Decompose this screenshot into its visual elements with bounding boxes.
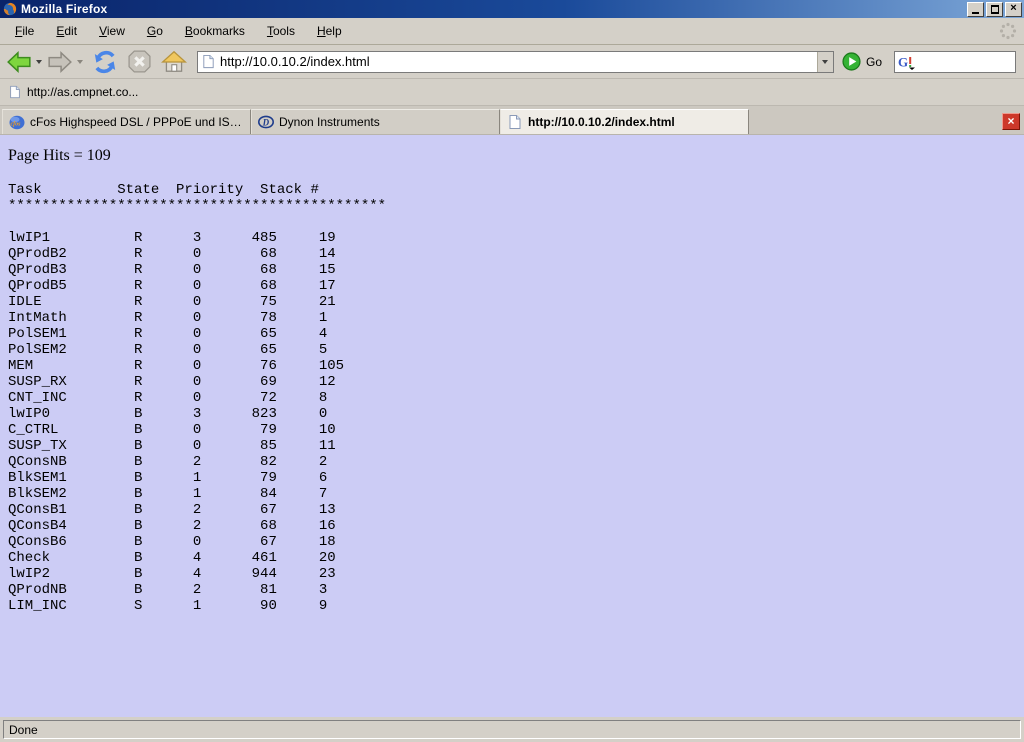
go-button[interactable]: Go: [842, 52, 882, 71]
menu-bookmarks[interactable]: Bookmarks: [174, 21, 256, 41]
table-row: QProdB5 R 0 68 17: [8, 278, 1024, 294]
forward-icon: [47, 49, 73, 75]
close-tab-icon: ×: [1007, 114, 1014, 128]
close-icon: ×: [1010, 3, 1016, 14]
table-row: Check B 4 461 20: [8, 550, 1024, 566]
url-bar: [197, 51, 834, 73]
table-row: BlkSEM1 B 1 79 6: [8, 470, 1024, 486]
bookmark-label: http://as.cmpnet.co...: [27, 85, 138, 99]
bookmark-item[interactable]: http://as.cmpnet.co...: [6, 83, 144, 101]
table-row: CNT_INC R 0 72 8: [8, 390, 1024, 406]
menu-view[interactable]: View: [88, 21, 136, 41]
task-table: Task State Priority Stack #*************…: [8, 182, 1024, 614]
menu-file[interactable]: File: [4, 21, 45, 41]
table-header: Task State Priority Stack #: [8, 182, 1024, 198]
table-row: MEM R 0 76 105: [8, 358, 1024, 374]
status-bar: Done: [0, 717, 1024, 742]
tab-label: http://10.0.10.2/index.html: [528, 115, 742, 129]
close-tab-button[interactable]: ×: [1002, 113, 1020, 130]
table-row: SUSP_TX B 0 85 11: [8, 438, 1024, 454]
title-bar: Mozilla Firefox ×: [0, 0, 1024, 18]
tab-3[interactable]: http://10.0.10.2/index.html: [500, 109, 749, 134]
table-row: lwIP1 R 3 485 19: [8, 230, 1024, 246]
throbber-icon: [998, 21, 1018, 41]
minimize-icon: [972, 12, 979, 14]
url-input[interactable]: [220, 53, 817, 71]
table-row: QConsB4 B 2 68 16: [8, 518, 1024, 534]
navigation-toolbar: Go G: [0, 45, 1024, 79]
stop-button[interactable]: [127, 49, 152, 74]
back-button[interactable]: [6, 49, 32, 75]
table-row: PolSEM1 R 0 65 4: [8, 326, 1024, 342]
page-icon: [8, 85, 22, 99]
svg-text:D: D: [262, 117, 270, 127]
search-input[interactable]: [917, 55, 1015, 69]
table-row: QProdB2 R 0 68 14: [8, 246, 1024, 262]
search-box: G: [894, 51, 1016, 73]
firefox-icon: [3, 2, 17, 16]
table-row: IDLE R 0 75 21: [8, 294, 1024, 310]
restore-button[interactable]: [986, 2, 1003, 17]
tab-label: cFos Highspeed DSL / PPPoE und ISDN CAP.…: [30, 115, 244, 129]
chevron-down-icon: [822, 60, 828, 64]
svg-text:cfos: cfos: [11, 122, 22, 128]
status-text: Done: [9, 723, 38, 737]
menu-edit[interactable]: Edit: [45, 21, 88, 41]
table-row: [8, 214, 1024, 230]
url-dropdown-button[interactable]: [817, 52, 833, 72]
table-row: QProdNB B 2 81 3: [8, 582, 1024, 598]
svg-text:G: G: [898, 54, 908, 69]
menu-help[interactable]: Help: [306, 21, 353, 41]
minimize-button[interactable]: [967, 2, 984, 17]
dynon-icon: D: [258, 114, 274, 130]
menu-bar: FileEditViewGoBookmarksToolsHelp: [0, 18, 1024, 45]
table-row: PolSEM2 R 0 65 5: [8, 342, 1024, 358]
table-row: QConsB1 B 2 67 13: [8, 502, 1024, 518]
table-row: IntMath R 0 78 1: [8, 310, 1024, 326]
close-button[interactable]: ×: [1005, 2, 1022, 17]
table-row: C_CTRL B 0 79 10: [8, 422, 1024, 438]
page-content: Page Hits = 109 Task State Priority Stac…: [0, 135, 1024, 717]
browser-window: Mozilla Firefox × FileEditViewGoBookmark…: [0, 0, 1024, 742]
tabs: cfos cFos Highspeed DSL / PPPoE und ISDN …: [2, 109, 749, 134]
go-icon: [842, 52, 861, 71]
tab-label: Dynon Instruments: [279, 115, 493, 129]
table-row: BlkSEM2 B 1 84 7: [8, 486, 1024, 502]
restore-icon: [991, 6, 999, 13]
status-panel: Done: [3, 720, 1021, 739]
tab-1[interactable]: cfos cFos Highspeed DSL / PPPoE und ISDN …: [2, 109, 251, 134]
google-icon[interactable]: G: [898, 54, 915, 70]
forward-button[interactable]: [47, 49, 73, 75]
go-button-label: Go: [866, 55, 882, 69]
table-row: QProdB3 R 0 68 15: [8, 262, 1024, 278]
back-icon: [6, 49, 32, 75]
tab-bar: cfos cFos Highspeed DSL / PPPoE und ISDN …: [0, 106, 1024, 135]
table-row: lwIP2 B 4 944 23: [8, 566, 1024, 582]
tab-2[interactable]: D Dynon Instruments: [251, 109, 500, 134]
menu-items: FileEditViewGoBookmarksToolsHelp: [4, 21, 998, 41]
table-row: lwIP0 B 3 823 0: [8, 406, 1024, 422]
stop-icon: [127, 49, 152, 74]
table-row: LIM_INC S 1 90 9: [8, 598, 1024, 614]
back-dropdown[interactable]: [36, 60, 42, 64]
table-row: SUSP_RX R 0 69 12: [8, 374, 1024, 390]
menu-go[interactable]: Go: [136, 21, 174, 41]
home-icon: [161, 49, 187, 75]
page-icon: [201, 54, 216, 69]
window-title: Mozilla Firefox: [21, 2, 965, 16]
bookmarks-toolbar: http://as.cmpnet.co...: [0, 79, 1024, 106]
table-row: QConsB6 B 0 67 18: [8, 534, 1024, 550]
home-button[interactable]: [161, 49, 187, 75]
page-hits-text: Page Hits = 109: [8, 147, 1024, 165]
menu-tools[interactable]: Tools: [256, 21, 306, 41]
reload-button[interactable]: [92, 49, 118, 75]
reload-icon: [92, 49, 118, 75]
page-icon: [507, 114, 523, 130]
table-separator: ****************************************…: [8, 198, 1024, 214]
cfos-icon: cfos: [9, 114, 25, 130]
forward-dropdown[interactable]: [77, 60, 83, 64]
table-row: QConsNB B 2 82 2: [8, 454, 1024, 470]
